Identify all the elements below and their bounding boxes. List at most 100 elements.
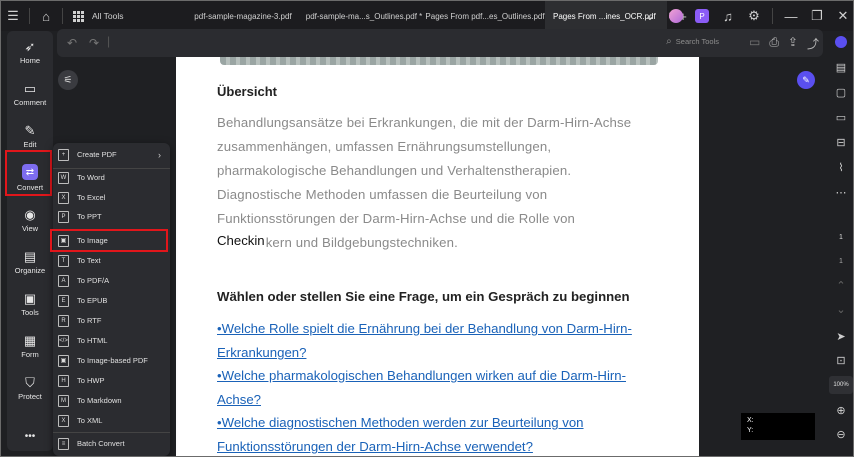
sidebar-item-protect[interactable]: ⛉ Protect <box>7 369 53 407</box>
page-current[interactable]: 1 <box>831 229 851 245</box>
tab-pages-outlines[interactable]: Pages From pdf...es_Outlines.pdf <box>425 1 545 31</box>
more-icon[interactable]: ⋯ <box>827 182 853 202</box>
organize-icon: ▤ <box>23 248 37 264</box>
xml-icon: X <box>58 414 69 427</box>
sidebar-item-view[interactable]: ◉ View <box>7 201 53 239</box>
menu-item-to-image-based-pdf[interactable]: ▣ To Image-based PDF <box>53 351 170 370</box>
menu-item-to-epub[interactable]: E To EPUB <box>53 291 170 310</box>
batch-icon: ≡ <box>58 437 69 450</box>
tab-magazine[interactable]: pdf-sample-magazine-3.pdf <box>183 1 303 31</box>
select-cursor-icon[interactable]: ➤ <box>827 326 853 346</box>
question-link[interactable]: •Welche pharmakologischen Behandlungen w… <box>217 364 687 412</box>
menu-item-batch-convert[interactable]: ≡ Batch Convert <box>53 434 170 453</box>
convert-highlight <box>5 150 52 196</box>
save-icon[interactable]: ▭ <box>749 35 760 52</box>
avatar[interactable] <box>664 4 688 28</box>
menu-item-to-markdown[interactable]: M To Markdown <box>53 391 170 410</box>
menu-item-to-hwp[interactable]: H To HWP <box>53 371 170 390</box>
rocket-icon: ➶ <box>24 38 36 54</box>
menu-item-to-excel[interactable]: X To Excel <box>53 188 170 207</box>
sidebar-item-home[interactable]: ➶ Home <box>7 33 53 71</box>
redo-icon[interactable]: ↷ <box>89 36 99 50</box>
question-line: •Welche pharmakologischen Behandlungen w… <box>217 368 626 383</box>
markdown-icon: M <box>58 394 69 407</box>
app-menu-icon[interactable]: ☰ <box>1 4 25 28</box>
divider <box>772 8 773 24</box>
sidebar-item-form[interactable]: ▦ Form <box>7 327 53 365</box>
question-link[interactable]: •Welche Rolle spielt die Ernährung bei d… <box>217 317 687 365</box>
undo-icon[interactable]: ↶ <box>67 36 77 50</box>
tab-outlines[interactable]: pdf-sample-ma...s_Outlines.pdf * <box>303 1 425 31</box>
zoom-in-icon[interactable]: ⊕ <box>827 400 853 420</box>
rtf-icon: R <box>58 314 69 327</box>
app-window: ☰ ⌂ All Tools pdf-sample-magazine-3.pdf … <box>0 0 854 457</box>
menu-item-to-ppt[interactable]: P To PPT <box>53 207 170 226</box>
sidebar-item-more[interactable]: ••• <box>7 417 53 455</box>
body-paragraph: Behandlungsansätze bei Erkrankungen, die… <box>217 111 669 255</box>
menu-item-to-html[interactable]: </> To HTML <box>53 331 170 350</box>
chevron-down-icon[interactable]: ⌄ <box>638 4 662 28</box>
toolbox-icon: ▣ <box>23 290 37 306</box>
divider: | <box>107 34 111 48</box>
hwp-icon: H <box>58 374 69 387</box>
convert-menu: + Create PDF › W To Word X To Excel P To PPT … <box>53 143 170 456</box>
window-controls: ⌄ P ♫ ⚙ — ❐ ✕ <box>638 1 853 31</box>
pages-icon[interactable]: ▢ <box>827 82 853 102</box>
right-sidebar: ▤ ▢ ▭ ⊟ ⌇ ⋯ 1 1 ⌃ ⌄ ➤ ⊡ 100% ⊕ ⊖ <box>827 31 853 456</box>
menu-item-to-text[interactable]: T To Text <box>53 251 170 270</box>
share-icon[interactable]: ⤴ <box>807 35 819 52</box>
filter-button[interactable]: ⚟ <box>58 70 78 90</box>
attachment-icon[interactable]: ⌇ <box>827 157 853 177</box>
bell-icon[interactable]: ♫ <box>716 4 740 28</box>
restore-icon[interactable]: ❐ <box>805 4 829 28</box>
sliders-icon: ⚟ <box>63 74 73 86</box>
toolbar-actions: ▭ ⎙ ⇪ ⤴ <box>749 35 819 52</box>
comments-panel-icon[interactable]: ▭ <box>827 107 853 127</box>
question-link[interactable]: •Welche diagnostischen Methoden werden z… <box>217 411 687 456</box>
minimize-icon[interactable]: — <box>779 4 803 28</box>
all-tools-label: All Tools <box>92 11 124 21</box>
ai-assistant-icon[interactable]: ✎ <box>797 71 815 89</box>
upload-icon[interactable]: ⇪ <box>788 35 798 52</box>
pro-badge[interactable]: P <box>690 4 714 28</box>
sidebar-item-organize[interactable]: ▤ Organize <box>7 243 53 281</box>
sidebar-item-comment[interactable]: ▭ Comment <box>7 75 53 113</box>
home-icon[interactable]: ⌂ <box>34 4 58 28</box>
zoom-out-icon[interactable]: ⊖ <box>827 424 853 444</box>
ai-chat-icon[interactable] <box>827 32 853 52</box>
divider <box>29 8 30 24</box>
shield-icon: ⛉ <box>25 374 35 390</box>
divider <box>53 432 170 433</box>
gear-icon[interactable]: ⚙ <box>742 4 766 28</box>
menu-item-to-rtf[interactable]: R To RTF <box>53 311 170 330</box>
menu-item-to-xml[interactable]: X To XML <box>53 411 170 430</box>
menu-item-to-pdfa[interactable]: A To PDF/A <box>53 271 170 290</box>
zoom-level[interactable]: 100% <box>829 376 853 394</box>
question-line: Funktionsstörungen der Darm-Hirn-Achse v… <box>217 439 533 454</box>
question-line: Erkrankungen? <box>217 345 307 360</box>
chevron-right-icon: › <box>158 149 161 160</box>
excel-icon: X <box>58 191 69 204</box>
all-tools-button[interactable]: All Tools <box>73 10 183 22</box>
more-icon: ••• <box>24 430 36 442</box>
search-tools[interactable]: ⌕ Search Tools <box>666 36 719 47</box>
fit-page-icon[interactable]: ⊡ <box>827 350 853 370</box>
question-heading: Wählen oder stellen Sie eine Frage, um e… <box>217 289 630 304</box>
divider <box>62 8 63 24</box>
page-image <box>220 57 658 65</box>
close-icon[interactable]: ✕ <box>831 4 853 28</box>
text-icon: T <box>58 254 69 267</box>
menu-item-to-word[interactable]: W To Word <box>53 168 170 187</box>
bookmark-icon[interactable]: ⊟ <box>827 132 853 152</box>
sidebar-item-tools[interactable]: ▣ Tools <box>7 285 53 323</box>
properties-icon[interactable]: ▤ <box>827 57 853 77</box>
paragraph-line: Checkinkern und Bildgebungstechniken. <box>217 235 458 250</box>
chevron-up-icon[interactable]: ⌃ <box>827 275 853 295</box>
paragraph-line: zusammenhängen, umfassen Ernährungsumste… <box>217 139 552 154</box>
print-icon[interactable]: ⎙ <box>769 35 779 52</box>
menu-item-create-pdf[interactable]: + Create PDF › <box>53 145 170 164</box>
chevron-down-icon[interactable]: ⌄ <box>827 299 853 319</box>
document-page: Übersicht Behandlungsansätze bei Erkrank… <box>176 57 699 456</box>
coordinates-readout: X: Y: <box>741 413 815 440</box>
left-sidebar: ➶ Home ▭ Comment ✎ Edit ⇄ Convert ◉ View ▤ Org… <box>7 31 53 451</box>
